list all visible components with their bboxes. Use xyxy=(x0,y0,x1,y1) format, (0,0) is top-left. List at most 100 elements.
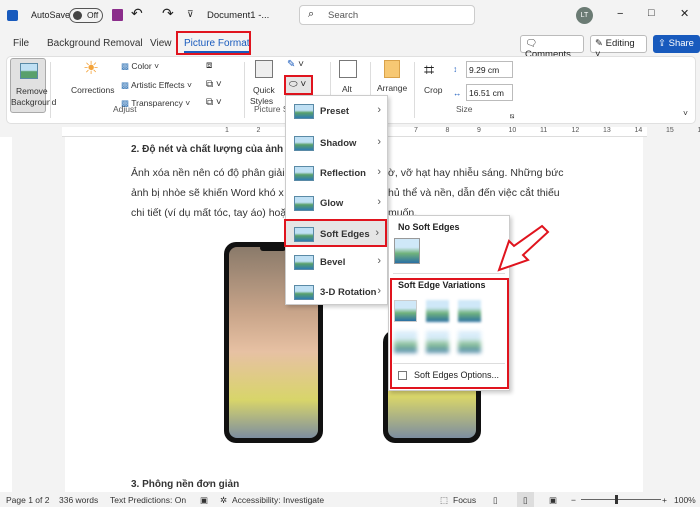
comment-icon: 🗨 xyxy=(525,38,538,49)
chevron-right-icon: › xyxy=(377,166,381,178)
title-bar: AutoSave Off ↶ ↷ ⊽ Document1 -... ⌕ Sear… xyxy=(0,0,700,32)
zoom-slider[interactable] xyxy=(581,499,661,500)
quick-styles-label-1: Quick xyxy=(253,85,275,95)
corrections-button[interactable]: ☀ Corrections xyxy=(70,58,116,108)
picture-effects-menu: Preset › Shadow › Reflection › Glow › Soft Edges… xyxy=(284,95,388,307)
no-soft-edges-option[interactable] xyxy=(394,238,420,264)
zoom-level[interactable]: 100% xyxy=(674,495,696,505)
text-predictions-status[interactable]: Text Predictions: On xyxy=(110,495,186,505)
macro-icon[interactable]: ▣ xyxy=(200,495,208,506)
search-icon: ⌕ xyxy=(308,8,315,20)
effects-menu-item-preset[interactable]: Preset › xyxy=(286,98,387,126)
ruler-mark: 2 xyxy=(256,127,261,134)
effects-menu-item-bevel[interactable]: Bevel › xyxy=(286,249,387,277)
ruler-mark: 8 xyxy=(445,127,450,134)
redo-icon[interactable]: ↷ xyxy=(162,5,174,22)
ruler-mark: 1 xyxy=(225,127,229,134)
effects-menu-item-3-d-rotation[interactable]: 3-D Rotation › xyxy=(286,279,387,307)
save-icon[interactable] xyxy=(112,9,123,21)
comments-button[interactable]: 🗨 Comments xyxy=(520,35,584,60)
focus-button[interactable]: Focus xyxy=(453,495,476,505)
effects-menu-item-reflection[interactable]: Reflection › xyxy=(286,160,387,188)
editing-button[interactable]: ✎ Editing ˅ xyxy=(590,35,647,60)
read-mode-icon[interactable]: ▯ xyxy=(493,495,498,506)
word-logo-icon xyxy=(7,10,18,21)
search-placeholder: Search xyxy=(328,10,359,21)
highlight-box xyxy=(390,278,509,389)
paragraph-line: ảnh bị nhòe sẽ khiến Word khó x xyxy=(131,187,284,199)
height-icon: ↕ xyxy=(453,64,458,74)
ruler-mark: 9 xyxy=(477,127,481,134)
collapse-ribbon-icon[interactable]: ˅ xyxy=(683,108,688,118)
share-icon: ⇪ xyxy=(658,38,666,49)
picture-effects-icon: ⬭ xyxy=(289,79,298,90)
chevron-right-icon: › xyxy=(377,285,381,297)
tab-file[interactable]: File xyxy=(13,38,29,49)
chevron-right-icon: › xyxy=(375,227,379,239)
corrections-label: Corrections xyxy=(71,85,115,95)
page-count[interactable]: Page 1 of 2 xyxy=(6,495,49,505)
height-field[interactable]: 9.29 cm xyxy=(466,61,513,78)
picture-effects-button[interactable]: ⬭ ˅ xyxy=(284,75,313,95)
zoom-out-icon[interactable]: − xyxy=(571,495,576,505)
accessibility-status[interactable]: Accessibility: Investigate xyxy=(232,495,324,505)
ruler-mark: 7 xyxy=(414,127,418,134)
pencil-icon: ✎ xyxy=(595,38,603,49)
search-box[interactable]: ⌕ Search xyxy=(299,5,475,25)
ruler-mark: 14 xyxy=(634,127,643,134)
autosave-label: AutoSave xyxy=(31,10,71,20)
undo-icon[interactable]: ↶ xyxy=(131,5,143,22)
print-layout-icon[interactable]: ▯ xyxy=(517,492,534,507)
sun-icon: ☀ xyxy=(83,58,100,78)
crop-button[interactable]: ⌗ Crop xyxy=(420,60,448,110)
color-button[interactable]: ▩ Color ˅ xyxy=(121,61,159,72)
zoom-slider-thumb[interactable] xyxy=(615,495,618,504)
ruler-mark: 12 xyxy=(571,127,580,134)
change-picture-icon[interactable]: ⧉ ˅ xyxy=(206,79,222,90)
close-button[interactable]: ✕ xyxy=(680,7,689,20)
web-layout-icon[interactable]: ▣ xyxy=(549,495,557,506)
annotation-arrow-icon xyxy=(497,224,550,272)
quick-styles-button[interactable]: Quick Styles xyxy=(250,60,280,110)
share-label: Share xyxy=(668,38,694,49)
autosave-toggle[interactable]: Off xyxy=(69,8,103,23)
alt-text-button[interactable]: Alt xyxy=(336,60,362,100)
compress-pictures-icon[interactable]: ⧈ xyxy=(206,60,212,71)
crop-icon: ⌗ xyxy=(424,60,435,80)
share-button[interactable]: ⇪ Share xyxy=(653,35,700,53)
maximize-button[interactable]: □ xyxy=(648,7,655,19)
effects-menu-item-shadow[interactable]: Shadow › xyxy=(286,130,387,158)
picture-border-icon[interactable]: ✎ ˅ xyxy=(287,59,304,70)
effects-menu-item-soft-edges[interactable]: Soft Edges › xyxy=(284,219,387,247)
width-field[interactable]: 16.51 cm xyxy=(466,84,513,101)
zoom-in-icon[interactable]: + xyxy=(662,495,667,505)
effect-icon xyxy=(294,255,314,270)
user-avatar[interactable]: LT xyxy=(576,7,593,24)
customize-qat-icon[interactable]: ⊽ xyxy=(187,9,194,20)
ruler-mark: 10 xyxy=(508,127,517,134)
tab-background-removal[interactable]: Background Removal xyxy=(47,38,143,49)
effects-menu-item-glow[interactable]: Glow › xyxy=(286,190,387,218)
remove-background-button[interactable]: Remove Background xyxy=(10,58,56,113)
chevron-right-icon: › xyxy=(377,104,381,116)
effects-menu-item-label: 3-D Rotation xyxy=(320,287,377,298)
effects-menu-item-label: Soft Edges xyxy=(320,229,370,240)
quick-styles-icon xyxy=(255,60,273,78)
effect-icon xyxy=(294,227,314,242)
size-dialog-launcher-icon[interactable]: ⧅ xyxy=(510,113,514,121)
effect-icon xyxy=(294,136,314,151)
artistic-effects-button[interactable]: ▩ Artistic Effects ˅ xyxy=(121,80,192,91)
effect-icon xyxy=(294,196,314,211)
arrange-label: Arrange xyxy=(377,83,408,93)
tab-view[interactable]: View xyxy=(150,38,172,49)
editing-label: Editing xyxy=(605,38,635,49)
arrange-button[interactable]: Arrange xyxy=(376,58,412,98)
word-count[interactable]: 336 words xyxy=(59,495,98,505)
document-title: Document1 -... xyxy=(207,10,270,21)
minimize-button[interactable]: − xyxy=(617,8,623,20)
reset-picture-icon[interactable]: ⧉ ˅ xyxy=(206,97,222,108)
effects-menu-item-label: Preset xyxy=(320,106,350,117)
adjust-group-label: Adjust xyxy=(113,104,137,114)
heading-2: 2. Độ nét và chất lượng của ảnh xyxy=(131,144,284,155)
heading-3: 3. Phông nền đơn giản xyxy=(131,479,240,490)
